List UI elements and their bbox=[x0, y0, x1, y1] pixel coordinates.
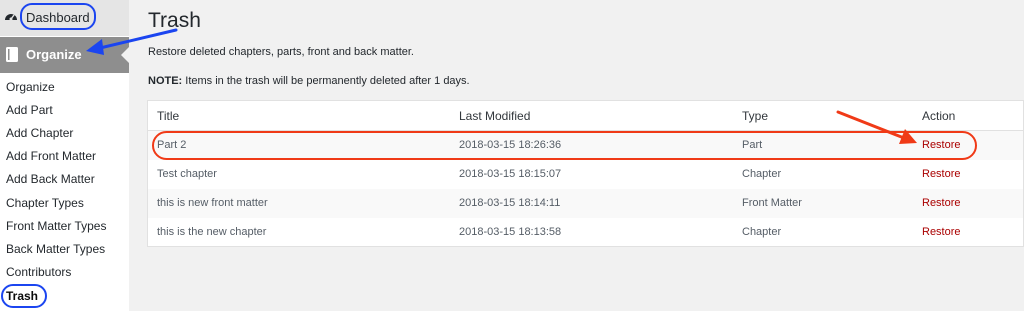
row-annotation-ellipse bbox=[152, 131, 977, 160]
table-header: Title Last Modified Type Action bbox=[148, 101, 1023, 131]
row-title: this is the new chapter bbox=[157, 226, 267, 238]
sidebar-item-front-matter-types[interactable]: Front Matter Types bbox=[6, 219, 106, 233]
row-title: Test chapter bbox=[157, 168, 217, 180]
sidebar-item-chapter-types[interactable]: Chapter Types bbox=[6, 196, 84, 210]
sidebar-item-add-part[interactable]: Add Part bbox=[6, 103, 53, 117]
row-last-modified: 2018-03-15 18:14:11 bbox=[459, 197, 561, 209]
restore-link[interactable]: Restore bbox=[922, 168, 961, 180]
sidebar-item-contributors[interactable]: Contributors bbox=[6, 265, 71, 279]
restore-link[interactable]: Restore bbox=[922, 197, 961, 209]
page-description: Restore deleted chapters, parts, front a… bbox=[148, 46, 414, 58]
table-row: Test chapter 2018-03-15 18:15:07 Chapter… bbox=[148, 160, 1023, 189]
row-last-modified: 2018-03-15 18:15:07 bbox=[459, 168, 562, 180]
sidebar-menu-organize[interactable]: Organize bbox=[0, 37, 129, 73]
admin-sidebar: Dashboard Organize Organize Add Part Add… bbox=[0, 0, 129, 311]
dashboard-gauge-icon bbox=[5, 14, 17, 21]
row-type: Front Matter bbox=[742, 197, 802, 209]
column-header-type[interactable]: Type bbox=[742, 109, 768, 123]
sidebar-item-add-chapter[interactable]: Add Chapter bbox=[6, 126, 73, 140]
trash-table: Title Last Modified Type Action Part 2 2… bbox=[147, 100, 1024, 247]
row-type: Chapter bbox=[742, 226, 782, 238]
page-title: Trash bbox=[148, 9, 201, 32]
column-header-action: Action bbox=[922, 109, 956, 123]
trash-note: NOTE: Items in the trash will be permane… bbox=[148, 75, 470, 87]
table-row: this is the new chapter 2018-03-15 18:13… bbox=[148, 218, 1023, 247]
column-header-title[interactable]: Title bbox=[157, 109, 179, 123]
note-label: NOTE: bbox=[148, 75, 183, 87]
book-icon bbox=[6, 47, 18, 62]
row-type: Chapter bbox=[742, 168, 782, 180]
row-last-modified: 2018-03-15 18:13:58 bbox=[459, 226, 562, 238]
restore-link[interactable]: Restore bbox=[922, 226, 961, 238]
column-header-last-modified[interactable]: Last Modified bbox=[459, 109, 530, 123]
sidebar-item-back-matter-types[interactable]: Back Matter Types bbox=[6, 242, 105, 256]
dashboard-annotation-circle bbox=[20, 3, 96, 30]
note-text: Items in the trash will be permanently d… bbox=[182, 75, 470, 87]
sidebar-menu-organize-label: Organize bbox=[26, 47, 82, 62]
trash-annotation-circle bbox=[1, 284, 47, 308]
sidebar-item-organize[interactable]: Organize bbox=[6, 80, 55, 94]
sidebar-item-add-back-matter[interactable]: Add Back Matter bbox=[6, 172, 95, 186]
sidebar-item-add-front-matter[interactable]: Add Front Matter bbox=[6, 149, 96, 163]
table-row: this is new front matter 2018-03-15 18:1… bbox=[148, 189, 1023, 218]
row-title: this is new front matter bbox=[157, 197, 268, 209]
